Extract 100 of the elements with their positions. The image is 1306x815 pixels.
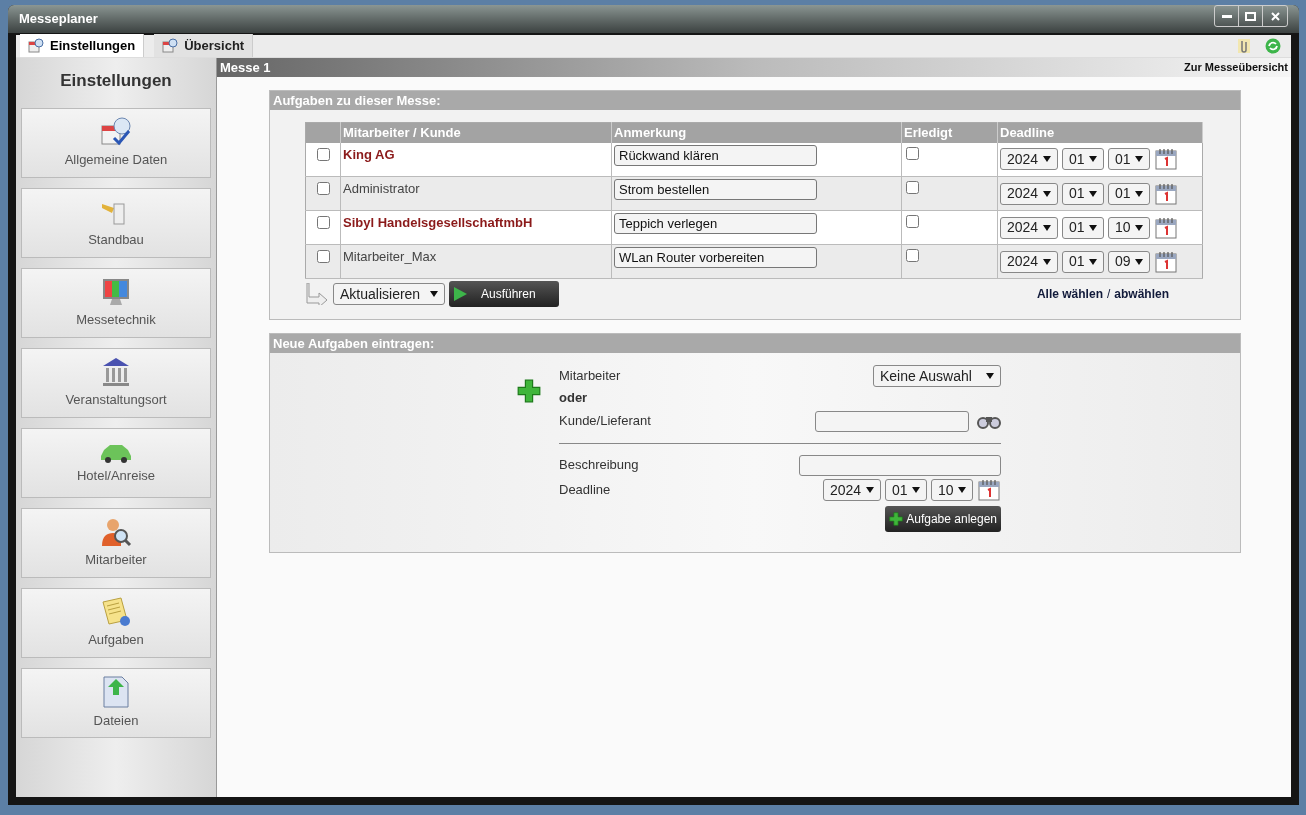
caret-icon [1043, 156, 1051, 163]
file-upload-icon [101, 674, 131, 709]
done-checkbox[interactable] [906, 146, 919, 160]
caret-icon [1135, 156, 1143, 163]
or-label: oder [559, 389, 589, 408]
add-task-button[interactable]: Aufgabe anlegen [885, 506, 1001, 532]
column-header: Anmerkung [611, 122, 902, 143]
year-select[interactable]: 2024 [1000, 182, 1058, 205]
caret-icon [986, 373, 994, 379]
caret-icon [1043, 190, 1051, 197]
minimize-icon [1221, 14, 1232, 18]
caret-icon [912, 487, 920, 493]
caret-icon [1135, 190, 1143, 197]
name-cell: Sibyl HandelsgesellschaftmbH [340, 210, 612, 245]
tab[interactable]: Übersicht [154, 34, 254, 57]
customer-field[interactable] [815, 410, 969, 432]
sidebar-item[interactable]: Standbau [21, 187, 211, 258]
column-header: Deadline [997, 122, 1203, 143]
row-checkbox[interactable] [316, 250, 330, 263]
run-button[interactable]: Ausführen [449, 281, 559, 307]
year-select[interactable]: 2024 [823, 479, 881, 501]
tab[interactable]: Einstellungen [20, 34, 145, 57]
day-select[interactable]: 10 [931, 479, 973, 501]
note-field[interactable]: Teppich verlegen [614, 213, 817, 234]
arrow-icon [305, 283, 329, 305]
sidebar-item[interactable]: Hotel/Anreise [21, 427, 211, 498]
day-select[interactable]: 01 [1108, 148, 1150, 171]
caret-icon [1135, 224, 1143, 231]
panel-header: Neue Aufgaben eintragen: [270, 334, 1240, 353]
plus-icon [517, 379, 541, 403]
sidebar-title: Einstellungen [60, 70, 172, 92]
name-cell: Mitarbeiter_Max [340, 244, 612, 279]
caret-icon [1043, 258, 1051, 265]
caret-icon [958, 487, 966, 493]
month-select[interactable]: 01 [1062, 182, 1104, 205]
link-separator: / [1106, 286, 1111, 303]
note-field[interactable]: WLan Router vorbereiten [614, 247, 817, 268]
name-cell: Administrator [340, 176, 612, 211]
caret-icon [1089, 258, 1097, 265]
calendar-icon[interactable] [1154, 215, 1178, 240]
field-label: Beschreibung [559, 456, 639, 475]
sidebar-item[interactable]: Aufgaben [21, 587, 211, 658]
year-select[interactable]: 2024 [1000, 250, 1058, 273]
calendar-clock-icon [100, 115, 132, 148]
close-icon [1270, 11, 1280, 21]
window-title: Messeplaner [19, 10, 98, 29]
field-label: Mitarbeiter [559, 367, 621, 386]
day-select[interactable]: 10 [1108, 216, 1150, 239]
panel-header: Aufgaben zu dieser Messe: [270, 91, 1240, 110]
note-icon [100, 595, 132, 628]
done-checkbox[interactable] [906, 181, 919, 194]
deselect-all-link[interactable]: abwählen [1114, 285, 1169, 303]
column-header: Mitarbeiter / Kunde [340, 122, 612, 143]
sidebar-item[interactable]: Messetechnik [21, 267, 211, 338]
caret-icon [866, 487, 874, 493]
plus-icon [889, 512, 904, 526]
play-icon [453, 287, 467, 301]
sidebar-item[interactable]: Mitarbeiter [21, 507, 211, 578]
month-select[interactable]: 01 [1062, 148, 1104, 171]
caret-icon [1089, 156, 1097, 163]
row-checkbox[interactable] [316, 182, 330, 195]
caret-icon [430, 291, 438, 297]
sidebar-item[interactable]: Veranstaltungsort [21, 347, 211, 418]
field-label: Deadline [559, 481, 611, 500]
field-label: Kunde/Lieferant [559, 412, 651, 431]
paperclip-icon[interactable] [1237, 38, 1251, 54]
note-field[interactable]: Strom bestellen [614, 179, 817, 200]
caret-icon [1089, 224, 1097, 231]
calendar-icon[interactable] [977, 478, 1001, 502]
done-checkbox[interactable] [906, 215, 919, 228]
refresh-icon[interactable] [1265, 38, 1281, 54]
row-checkbox[interactable] [316, 216, 330, 229]
day-select[interactable]: 01 [1108, 182, 1150, 205]
select-all-link[interactable]: Alle wählen [1036, 285, 1103, 303]
description-field[interactable] [799, 454, 1001, 476]
year-select[interactable]: 2024 [1000, 216, 1058, 239]
calendar-icon[interactable] [1154, 249, 1178, 274]
month-select[interactable]: 01 [1062, 250, 1104, 273]
day-select[interactable]: 09 [1108, 250, 1150, 273]
overview-link[interactable]: Zur Messeübersicht [1184, 59, 1288, 76]
maximize-icon [1245, 11, 1256, 21]
done-checkbox[interactable] [906, 249, 919, 262]
caret-icon [1135, 258, 1143, 265]
employee-select[interactable]: Keine Auswahl [873, 365, 1001, 387]
calendar-icon[interactable] [1154, 147, 1178, 172]
month-select[interactable]: 01 [885, 479, 927, 501]
page-title: Messe 1 [220, 58, 271, 77]
calendar-icon[interactable] [1154, 181, 1178, 206]
month-select[interactable]: 01 [1062, 216, 1104, 239]
caret-icon [1043, 224, 1051, 231]
note-field[interactable]: Rückwand klären [614, 144, 817, 166]
action-select[interactable]: Aktualisieren [333, 283, 445, 305]
sidebar-item[interactable]: Allgemeine Daten [21, 107, 211, 178]
sidebar-item[interactable]: Dateien [21, 667, 211, 738]
caret-icon [1089, 190, 1097, 197]
name-cell: King AG [340, 142, 612, 177]
building-icon [100, 355, 132, 388]
year-select[interactable]: 2024 [1000, 148, 1058, 171]
row-checkbox[interactable] [316, 147, 330, 161]
column-header: Erledigt [901, 122, 998, 143]
